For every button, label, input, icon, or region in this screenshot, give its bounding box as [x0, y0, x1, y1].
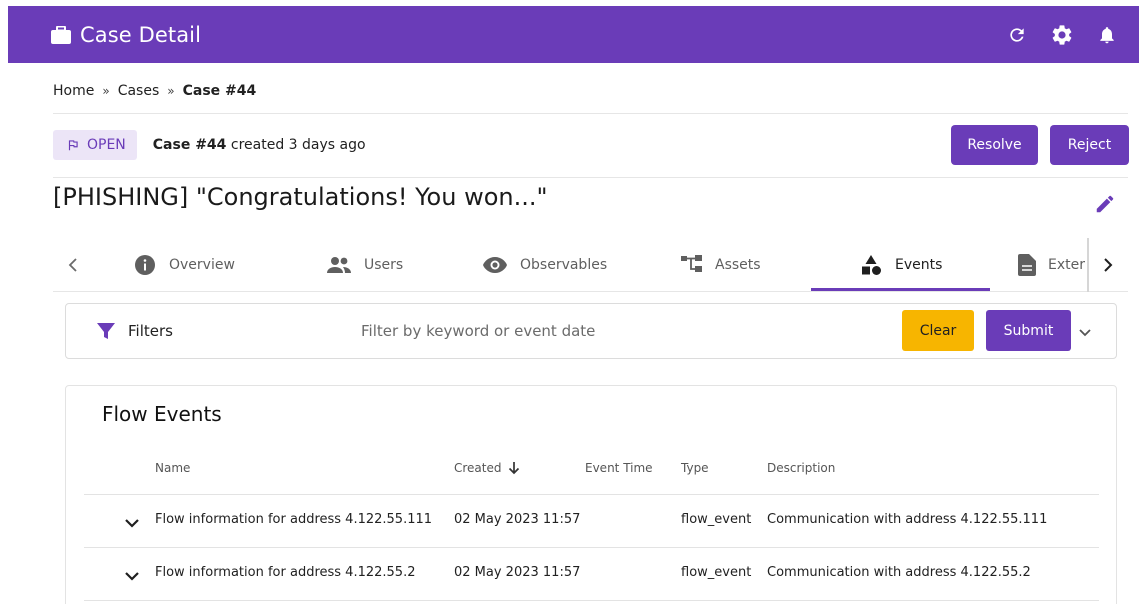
- tab-label: Overview: [169, 257, 235, 273]
- settings-button[interactable]: [1050, 23, 1074, 47]
- case-created-text: created 3 days ago: [230, 137, 366, 153]
- breadcrumb-current: Case #44: [182, 83, 257, 99]
- filters-label: Filters: [128, 322, 173, 340]
- cell-created: 02 May 2023 11:57: [454, 565, 581, 580]
- tab-users[interactable]: Users: [326, 238, 403, 292]
- document-icon: [1018, 254, 1036, 276]
- table-row[interactable]: Flow information for address 4.122.55.2 …: [84, 547, 1099, 600]
- cell-name: Flow information for address 4.122.55.2: [155, 565, 416, 580]
- page-title: Case Detail: [80, 22, 202, 47]
- divider: [53, 113, 1128, 114]
- pencil-icon: [1096, 195, 1114, 213]
- cell-description: Communication with address 4.122.55.111: [767, 512, 1048, 527]
- tab-label: Events: [895, 257, 943, 273]
- tab-assets[interactable]: Assets: [681, 238, 761, 292]
- refresh-icon: [1010, 27, 1024, 42]
- case-number: Case #44: [152, 137, 227, 153]
- briefcase-icon: [51, 25, 71, 44]
- tab-overview[interactable]: Overview: [133, 238, 235, 292]
- filters-label-group: Filters: [96, 321, 173, 341]
- column-header-created[interactable]: Created: [454, 461, 520, 475]
- column-header-description[interactable]: Description: [767, 461, 835, 475]
- tab-label: Exter: [1048, 257, 1085, 273]
- breadcrumb-cases[interactable]: Cases: [118, 83, 160, 99]
- funnel-icon: [97, 323, 115, 339]
- flag-icon: [68, 140, 78, 151]
- breadcrumb-home[interactable]: Home: [53, 83, 94, 99]
- asset-tree-icon: [681, 255, 702, 272]
- resolve-button[interactable]: Resolve: [951, 125, 1038, 165]
- active-tab-indicator: [811, 288, 990, 291]
- breadcrumb: Home » Cases » Case #44: [53, 83, 256, 99]
- tab-observables[interactable]: Observables: [482, 238, 607, 292]
- chevron-down-icon: [1079, 329, 1091, 337]
- flow-events-card: Flow Events Name Created Event Time Type…: [65, 385, 1117, 604]
- tabs-scroll-left[interactable]: [61, 253, 85, 277]
- app-bar: Case Detail: [8, 6, 1139, 63]
- clear-button[interactable]: Clear: [902, 310, 974, 351]
- info-icon: [135, 255, 155, 275]
- bell-icon: [1100, 26, 1114, 43]
- case-status-row: OPEN Case #44 created 3 days ago: [53, 130, 366, 160]
- chevron-right-icon: [1104, 258, 1113, 272]
- chevron-left-icon: [68, 258, 77, 272]
- expand-row-button[interactable]: [124, 567, 140, 586]
- column-header-event-time[interactable]: Event Time: [585, 461, 653, 475]
- app-title-group: Case Detail: [51, 23, 201, 47]
- tabs-scroll-edge: [1087, 238, 1089, 292]
- column-header-type[interactable]: Type: [681, 461, 709, 475]
- chevron-down-icon: [125, 519, 139, 528]
- tab-label: Observables: [520, 257, 608, 273]
- cell-type: flow_event: [681, 565, 752, 580]
- cell-name: Flow information for address 4.122.55.11…: [155, 512, 433, 527]
- table-row[interactable]: Flow information for address 4.122.55.11…: [84, 494, 1099, 547]
- card-title: Flow Events: [102, 402, 222, 426]
- tabs-scroll-right[interactable]: [1096, 253, 1120, 277]
- expand-filters-button[interactable]: [1074, 321, 1096, 347]
- case-meta: Case #44 created 3 days ago: [153, 137, 366, 153]
- case-title: [PHISHING] "Congratulations! You won...": [53, 183, 548, 211]
- filter-search-input[interactable]: [358, 314, 888, 348]
- gear-icon: [1052, 24, 1072, 45]
- expand-row-button[interactable]: [124, 514, 140, 533]
- cell-created: 02 May 2023 11:57: [454, 512, 581, 527]
- tab-events[interactable]: Events: [859, 238, 942, 292]
- breadcrumb-separator: »: [167, 84, 175, 98]
- edit-title-button[interactable]: [1094, 193, 1116, 219]
- status-label: OPEN: [87, 137, 126, 153]
- cell-type: flow_event: [681, 512, 752, 527]
- status-badge: OPEN: [53, 130, 137, 160]
- tab-label: Users: [364, 257, 404, 273]
- cell-description: Communication with address 4.122.55.2: [767, 565, 1031, 580]
- breadcrumb-separator: »: [102, 84, 110, 98]
- tab-bar: Overview Users Observables Assets Events…: [53, 238, 1128, 292]
- people-icon: [327, 257, 351, 273]
- divider: [53, 177, 1128, 178]
- filter-bar: Filters Clear Submit: [65, 303, 1117, 359]
- shapes-icon: [862, 255, 881, 275]
- reject-button[interactable]: Reject: [1050, 125, 1129, 165]
- row-divider: [84, 600, 1099, 601]
- submit-button[interactable]: Submit: [986, 310, 1071, 351]
- tab-external[interactable]: Exter: [1018, 238, 1085, 292]
- notifications-button[interactable]: [1095, 23, 1119, 47]
- column-header-name[interactable]: Name: [155, 461, 190, 475]
- tab-label: Assets: [715, 257, 761, 273]
- eye-icon: [483, 257, 507, 273]
- sort-descending-icon: [508, 462, 519, 475]
- refresh-button[interactable]: [1005, 23, 1029, 47]
- chevron-down-icon: [125, 572, 139, 581]
